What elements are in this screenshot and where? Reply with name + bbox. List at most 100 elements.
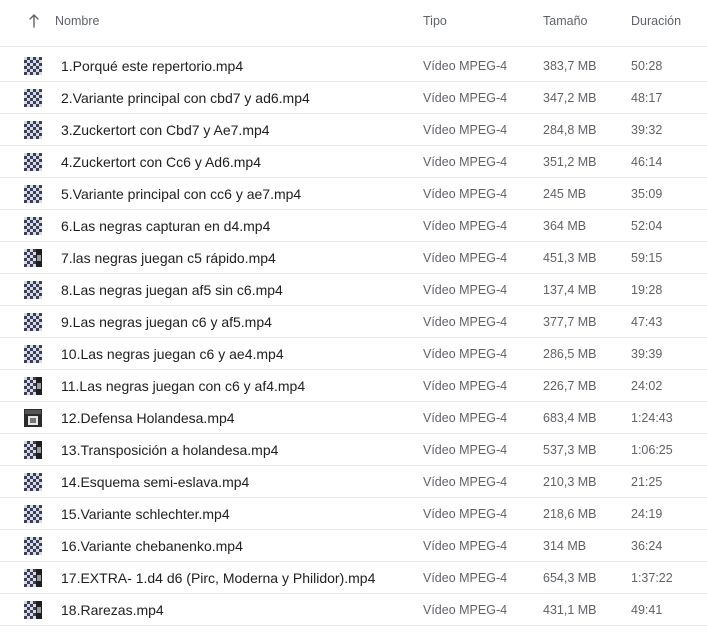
file-duration: 49:41 [631, 603, 663, 617]
file-name[interactable]: 15.Variante schlechter.mp4 [61, 506, 230, 522]
file-row[interactable]: 3.Zuckertort con Cbd7 y Ae7.mp4 Vídeo MPE… [0, 114, 707, 146]
file-name[interactable]: 11.Las negras juegan con c6 y af4.mp4 [61, 378, 305, 394]
file-type: Vídeo MPEG-4 [423, 539, 508, 553]
file-type: Vídeo MPEG-4 [423, 155, 508, 169]
file-list-header: Nombre Tipo Tamaño Duración [0, 0, 707, 47]
chessboard-video-thumbnail-icon [24, 57, 42, 75]
chessboard-video-thumbnail-icon [24, 345, 42, 363]
file-name[interactable]: 18.Rarezas.mp4 [61, 602, 164, 618]
file-name[interactable]: 5.Variante principal con cc6 y ae7.mp4 [61, 186, 301, 202]
chessboard-video-thumbnail-icon [24, 505, 42, 523]
file-type: Vídeo MPEG-4 [423, 219, 508, 233]
file-duration: 1:37:22 [631, 571, 673, 585]
file-name[interactable]: 12.Defensa Holandesa.mp4 [61, 410, 235, 426]
file-size: 218,6 MB [543, 507, 597, 521]
file-duration: 48:17 [631, 91, 663, 105]
file-row[interactable]: 16.Variante chebanenko.mp4 Vídeo MPEG-4 31… [0, 530, 707, 562]
column-header-size[interactable]: Tamaño [543, 14, 587, 28]
file-size: 683,4 MB [543, 411, 597, 425]
file-size: 284,8 MB [543, 123, 597, 137]
chessboard-video-thumbnail-icon [24, 185, 42, 203]
file-name[interactable]: 1.Porqué este repertorio.mp4 [61, 58, 243, 74]
chessboard-video-thumbnail-icon [24, 249, 42, 267]
file-name[interactable]: 3.Zuckertort con Cbd7 y Ae7.mp4 [61, 122, 270, 138]
file-size: 286,5 MB [543, 347, 597, 361]
file-duration: 36:24 [631, 539, 663, 553]
file-type: Vídeo MPEG-4 [423, 123, 508, 137]
file-name[interactable]: 4.Zuckertort con Cc6 y Ad6.mp4 [61, 154, 261, 170]
column-header-duration[interactable]: Duración [631, 14, 681, 28]
file-row[interactable]: 5.Variante principal con cc6 y ae7.mp4 Ví… [0, 178, 707, 210]
file-name[interactable]: 13.Transposición a holandesa.mp4 [61, 442, 278, 458]
file-size: 377,7 MB [543, 315, 597, 329]
file-duration: 24:19 [631, 507, 663, 521]
file-size: 431,1 MB [543, 603, 597, 617]
file-list: 1.Porqué este repertorio.mp4 Vídeo MPEG-4… [0, 50, 707, 626]
file-row[interactable]: 15.Variante schlechter.mp4 Vídeo MPEG-4 21… [0, 498, 707, 530]
chessboard-video-thumbnail-icon [24, 281, 42, 299]
file-size: 245 MB [543, 187, 587, 201]
file-type: Vídeo MPEG-4 [423, 347, 508, 361]
arrow-up-icon[interactable] [28, 13, 40, 29]
file-name[interactable]: 7.las negras juegan c5 rápido.mp4 [61, 250, 276, 266]
chessboard-video-thumbnail-icon [24, 121, 42, 139]
chessboard-video-thumbnail-icon [24, 153, 42, 171]
file-type: Vídeo MPEG-4 [423, 411, 508, 425]
file-duration: 39:32 [631, 123, 663, 137]
chessboard-video-thumbnail-icon [24, 89, 42, 107]
file-name[interactable]: 2.Variante principal con cbd7 y ad6.mp4 [61, 90, 310, 106]
column-header-name[interactable]: Nombre [55, 14, 99, 28]
file-row[interactable]: 10.Las negras juegan c6 y ae4.mp4 Vídeo M… [0, 338, 707, 370]
file-size: 364 MB [543, 219, 587, 233]
file-row[interactable]: 8.Las negras juegan af5 sin c6.mp4 Vídeo … [0, 274, 707, 306]
file-size: 210,3 MB [543, 475, 597, 489]
file-row[interactable]: 13.Transposición a holandesa.mp4 Vídeo MP… [0, 434, 707, 466]
file-row[interactable]: 1.Porqué este repertorio.mp4 Vídeo MPEG-4… [0, 50, 707, 82]
file-name[interactable]: 16.Variante chebanenko.mp4 [61, 538, 243, 554]
file-size: 314 MB [543, 539, 587, 553]
file-name[interactable]: 17.EXTRA- 1.d4 d6 (Pirc, Moderna y Phili… [61, 570, 375, 586]
chessboard-video-thumbnail-icon [24, 217, 42, 235]
file-type: Vídeo MPEG-4 [423, 443, 508, 457]
file-duration: 1:24:43 [631, 411, 673, 425]
file-row[interactable]: 11.Las negras juegan con c6 y af4.mp4 Víd… [0, 370, 707, 402]
file-name[interactable]: 14.Esquema semi-eslava.mp4 [61, 474, 249, 490]
file-size: 451,3 MB [543, 251, 597, 265]
chessboard-video-thumbnail-icon [24, 377, 42, 395]
file-type: Vídeo MPEG-4 [423, 187, 508, 201]
file-name[interactable]: 9.Las negras juegan c6 y af5.mp4 [61, 314, 272, 330]
file-row[interactable]: 18.Rarezas.mp4 Vídeo MPEG-4 431,1 MB 49:41 [0, 594, 707, 626]
file-name[interactable]: 8.Las negras juegan af5 sin c6.mp4 [61, 282, 283, 298]
file-type: Vídeo MPEG-4 [423, 91, 508, 105]
file-size: 654,3 MB [543, 571, 597, 585]
file-type: Vídeo MPEG-4 [423, 315, 508, 329]
file-size: 351,2 MB [543, 155, 597, 169]
file-duration: 1:06:25 [631, 443, 673, 457]
column-header-type[interactable]: Tipo [423, 14, 447, 28]
file-size: 226,7 MB [543, 379, 597, 393]
file-row[interactable]: 17.EXTRA- 1.d4 d6 (Pirc, Moderna y Phili… [0, 562, 707, 594]
file-row[interactable]: 6.Las negras capturan en d4.mp4 Vídeo MPE… [0, 210, 707, 242]
file-row[interactable]: 7.las negras juegan c5 rápido.mp4 Vídeo M… [0, 242, 707, 274]
file-row[interactable]: 12.Defensa Holandesa.mp4 Vídeo MPEG-4 683,… [0, 402, 707, 434]
file-name[interactable]: 6.Las negras capturan en d4.mp4 [61, 218, 270, 234]
file-duration: 24:02 [631, 379, 663, 393]
file-duration: 59:15 [631, 251, 663, 265]
chessboard-video-thumbnail-icon [24, 601, 42, 619]
file-row[interactable]: 2.Variante principal con cbd7 y ad6.mp4 V… [0, 82, 707, 114]
file-type: Vídeo MPEG-4 [423, 571, 508, 585]
file-row[interactable]: 9.Las negras juegan c6 y af5.mp4 Vídeo MP… [0, 306, 707, 338]
file-duration: 50:28 [631, 59, 663, 73]
file-duration: 21:25 [631, 475, 663, 489]
file-duration: 47:43 [631, 315, 663, 329]
chessboard-video-thumbnail-icon [24, 441, 42, 459]
file-row[interactable]: 4.Zuckertort con Cc6 y Ad6.mp4 Vídeo MPEG… [0, 146, 707, 178]
file-name[interactable]: 10.Las negras juegan c6 y ae4.mp4 [61, 346, 284, 362]
chessboard-video-thumbnail-icon [24, 569, 42, 587]
file-row[interactable]: 14.Esquema semi-eslava.mp4 Vídeo MPEG-4 21… [0, 466, 707, 498]
file-size: 537,3 MB [543, 443, 597, 457]
file-type: Vídeo MPEG-4 [423, 379, 508, 393]
file-size: 137,4 MB [543, 283, 597, 297]
file-type: Vídeo MPEG-4 [423, 59, 508, 73]
chessboard-video-thumbnail-icon [24, 537, 42, 555]
